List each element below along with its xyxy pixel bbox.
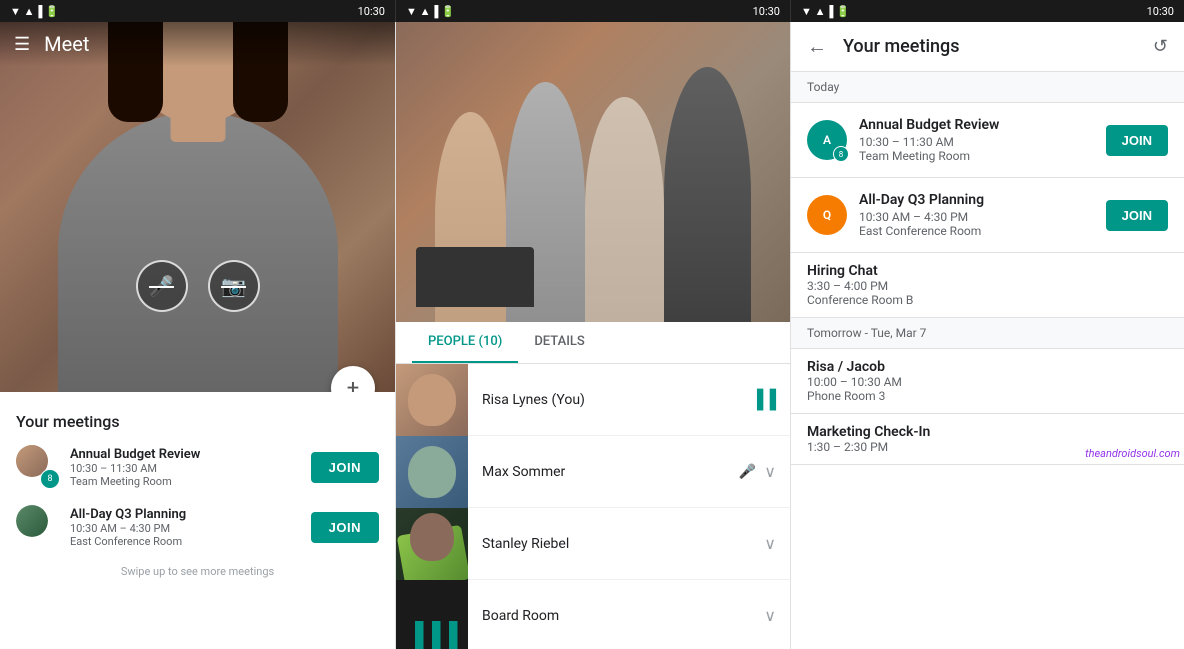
right-avatar-annual: A 8 (807, 120, 847, 160)
meeting-info-1: Annual Budget Review 10:30 – 11:30 AM Te… (70, 447, 301, 488)
right-meeting-annual: A 8 Annual Budget Review 10:30 – 11:30 A… (791, 103, 1184, 178)
people-tabs: PEOPLE (10) DETAILS (396, 322, 790, 364)
top-bar-left: ☰ Meet (0, 22, 395, 66)
meeting-time-1: 10:30 – 11:30 AM (70, 462, 301, 475)
status-bar-mid: ▼ ▲▐ 🔋 10:30 (395, 0, 790, 22)
camera-off-button[interactable]: 📷 (208, 260, 260, 312)
tab-people[interactable]: PEOPLE (10) (412, 322, 518, 363)
plus-icon: + (347, 376, 359, 393)
app-title: Meet (44, 32, 89, 56)
status-icons-mid: ▼ ▲▐ 🔋 (406, 5, 455, 18)
right-meeting-title-q3: All-Day Q3 Planning (859, 192, 1094, 208)
person-thumb-boardroom: ▐▐▐ (396, 580, 468, 649)
right-header: ← Your meetings ↺ (791, 22, 1184, 72)
person-name-stanley: Stanley Riebel (468, 536, 764, 552)
avatar-count-annual: 8 (833, 146, 849, 162)
status-bar-right: ▼ ▲▐ 🔋 10:30 (790, 0, 1184, 22)
chevron-down-icon-max[interactable]: ∨ (764, 462, 776, 481)
person-row-boardroom: ▐▐▐ Board Room ∨ (396, 580, 790, 649)
person-row-risa: Risa Lynes (You) ▐▐ (396, 364, 790, 436)
chevron-down-icon-stanley[interactable]: ∨ (764, 534, 776, 553)
right-meeting-room-hiring: Conference Room B (807, 293, 1168, 307)
watermark: theandroidsoul.com (1085, 447, 1180, 460)
right-meeting-title-risa-jacob: Risa / Jacob (807, 359, 1168, 375)
status-time-mid: 10:30 (753, 5, 780, 18)
right-meeting-time-q3: 10:30 AM – 4:30 PM (859, 210, 1094, 224)
right-meeting-marketing: Marketing Check-In 1:30 – 2:30 PM theand… (791, 414, 1184, 465)
date-label-today: Today (791, 72, 1184, 103)
person-row-max: Max Sommer 🎤 ∨ (396, 436, 790, 508)
join-button-1[interactable]: JOIN (311, 452, 379, 483)
mute-button[interactable]: 🎤 (136, 260, 188, 312)
meetings-list: Your meetings 8 Annual Budget Review 10:… (0, 392, 395, 649)
right-meeting-room-risa-jacob: Phone Room 3 (807, 389, 1168, 403)
right-meeting-risa-jacob: Risa / Jacob 10:00 – 10:30 AM Phone Room… (791, 349, 1184, 414)
right-join-q3[interactable]: JOIN (1106, 200, 1168, 231)
person-name-boardroom: Board Room (468, 608, 764, 624)
meeting-item-1: 8 Annual Budget Review 10:30 – 11:30 AM … (16, 445, 379, 489)
chevron-down-icon-boardroom[interactable]: ∨ (764, 606, 776, 625)
meeting-avatars-2 (16, 505, 60, 549)
volume-icon-risa: ▐▐ (750, 389, 776, 410)
video-controls: 🎤 📷 (136, 260, 260, 312)
hamburger-icon[interactable]: ☰ (14, 34, 30, 55)
person-name-max: Max Sommer (468, 464, 739, 480)
avatar-badge-1: 8 (40, 469, 60, 489)
status-icons-right: ▼ ▲▐ 🔋 (801, 5, 850, 18)
mic-muted-icon-max: 🎤 (739, 464, 756, 480)
right-meeting-time-hiring: 3:30 – 4:00 PM (807, 279, 1168, 293)
person-actions-risa: ▐▐ (750, 389, 790, 410)
meeting-item-2: All-Day Q3 Planning 10:30 AM – 4:30 PM E… (16, 505, 379, 549)
panel-right: ← Your meetings ↺ Today A 8 Annual Budge… (790, 22, 1184, 649)
person-thumb-max (396, 436, 468, 508)
right-meeting-title-marketing: Marketing Check-In (807, 424, 1168, 440)
person-thumb-stanley (396, 508, 468, 580)
right-meeting-info-q3: All-Day Q3 Planning 10:30 AM – 4:30 PM E… (859, 192, 1094, 238)
group-video (396, 22, 790, 322)
status-time-left: 10:30 (358, 5, 385, 18)
mic-off-icon: 🎤 (149, 274, 174, 298)
meeting-avatars-1: 8 (16, 445, 60, 489)
person-row-stanley: Stanley Riebel ∨ (396, 508, 790, 580)
meeting-room-1: Team Meeting Room (70, 475, 301, 488)
meeting-room-2: East Conference Room (70, 535, 301, 548)
meetings-section-title: Your meetings (16, 412, 379, 431)
right-meeting-room-q3: East Conference Room (859, 224, 1094, 238)
back-button[interactable]: ← (807, 34, 827, 59)
panel-mid: PEOPLE (10) DETAILS Risa Lynes (You) ▐▐ (395, 22, 790, 649)
right-meeting-q3: Q All-Day Q3 Planning 10:30 AM – 4:30 PM… (791, 178, 1184, 253)
video-area: ☰ Meet 🎤 📷 + (0, 22, 395, 392)
right-meeting-title-hiring: Hiring Chat (807, 263, 1168, 279)
right-meeting-hiring: Hiring Chat 3:30 – 4:00 PM Conference Ro… (791, 253, 1184, 318)
status-bar-left: ▼ ▲▐ 🔋 10:30 (0, 0, 395, 22)
right-join-annual[interactable]: JOIN (1106, 125, 1168, 156)
date-label-tomorrow: Tomorrow - Tue, Mar 7 (791, 318, 1184, 349)
right-meeting-info-annual: Annual Budget Review 10:30 – 11:30 AM Te… (859, 117, 1094, 163)
meeting-info-2: All-Day Q3 Planning 10:30 AM – 4:30 PM E… (70, 507, 301, 548)
right-meeting-title-annual: Annual Budget Review (859, 117, 1094, 133)
right-avatar-q3: Q (807, 195, 847, 235)
right-meeting-time-annual: 10:30 – 11:30 AM (859, 135, 1094, 149)
volume-bars-icon: ▐▐▐ (406, 621, 457, 649)
people-list: Risa Lynes (You) ▐▐ Max Sommer 🎤 ∨ (396, 364, 790, 649)
right-panel-title: Your meetings (843, 36, 1153, 57)
camera-off-icon: 📷 (221, 274, 246, 298)
person-name-risa: Risa Lynes (You) (468, 392, 750, 408)
meeting-title-1: Annual Budget Review (70, 447, 301, 462)
join-button-2[interactable]: JOIN (311, 512, 379, 543)
meeting-time-2: 10:30 AM – 4:30 PM (70, 522, 301, 535)
swipe-hint: Swipe up to see more meetings (16, 565, 379, 578)
meeting-title-2: All-Day Q3 Planning (70, 507, 301, 522)
status-time-right: 10:30 (1147, 5, 1174, 18)
status-icons-left: ▼ ▲▐ 🔋 (10, 5, 59, 18)
right-meeting-time-risa-jacob: 10:00 – 10:30 AM (807, 375, 1168, 389)
person-thumb-risa (396, 364, 468, 436)
refresh-button[interactable]: ↺ (1153, 36, 1168, 57)
right-meeting-room-annual: Team Meeting Room (859, 149, 1094, 163)
panel-left: ☰ Meet 🎤 📷 + Your meetings (0, 22, 395, 649)
tab-details[interactable]: DETAILS (518, 322, 600, 363)
